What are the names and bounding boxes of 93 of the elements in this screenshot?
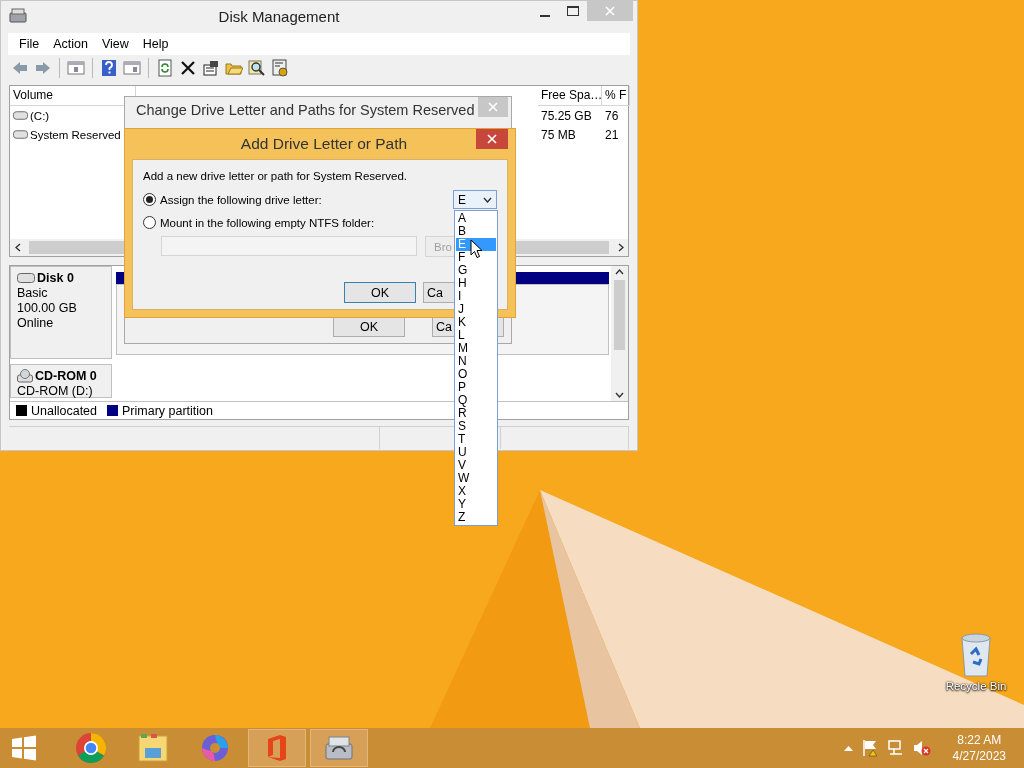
ok-button[interactable]: OK bbox=[333, 316, 405, 337]
drive-letter-option[interactable]: K bbox=[456, 316, 496, 329]
disk-info: CD-ROM (D:) bbox=[17, 384, 94, 398]
chevron-down-icon bbox=[483, 196, 492, 203]
column-header[interactable]: % F bbox=[602, 86, 631, 106]
ok-button[interactable]: OK bbox=[344, 282, 416, 303]
disk-drive-icon bbox=[9, 8, 27, 24]
forward-arrow-icon[interactable] bbox=[34, 59, 52, 77]
drive-letter-option[interactable]: Y bbox=[456, 498, 496, 511]
drive-letter-option[interactable]: O bbox=[456, 368, 496, 381]
window-title: Disk Management bbox=[217, 7, 341, 25]
drive-letter-option[interactable]: U bbox=[456, 446, 496, 459]
legend-label: Primary partition bbox=[122, 403, 213, 418]
free-space-cell: 75 MB bbox=[541, 127, 576, 142]
drive-letter-option[interactable]: H bbox=[456, 277, 496, 290]
drive-letter-option[interactable]: B bbox=[456, 225, 496, 238]
swirl-logo-icon bbox=[200, 733, 230, 763]
drive-letter-option[interactable]: S bbox=[456, 420, 496, 433]
drive-letter-option[interactable]: X bbox=[456, 485, 496, 498]
menu-item[interactable]: View bbox=[94, 37, 136, 51]
muted-speaker-icon[interactable] bbox=[912, 739, 931, 757]
drive-letter-option[interactable]: M bbox=[456, 342, 496, 355]
drive-letter-option[interactable]: F bbox=[456, 251, 496, 264]
drive-letter-option[interactable]: V bbox=[456, 459, 496, 472]
drive-icon bbox=[13, 130, 28, 139]
disk-label-panel[interactable]: CD-ROM 0 CD-ROM (D:) bbox=[10, 364, 112, 398]
magnifier-icon[interactable] bbox=[248, 59, 266, 77]
drive-letter-option[interactable]: Q bbox=[456, 394, 496, 407]
close-icon bbox=[488, 102, 498, 112]
menu-item[interactable]: Action bbox=[46, 37, 95, 51]
recycle-bin-icon[interactable] bbox=[959, 632, 993, 678]
drive-letter-option[interactable]: L bbox=[456, 329, 496, 342]
disk-name: Disk 0 bbox=[37, 271, 74, 285]
minimize-icon bbox=[540, 15, 550, 17]
disk-label-panel[interactable]: Disk 0 Basic 100.00 GB Online bbox=[10, 266, 112, 359]
dialog-title: Add Drive Letter or Path bbox=[239, 134, 409, 153]
panel-icon[interactable] bbox=[123, 59, 141, 77]
flag-icon[interactable] bbox=[860, 739, 879, 757]
volume-name: (C:) bbox=[30, 109, 50, 122]
network-icon[interactable] bbox=[886, 739, 905, 757]
folder-icon bbox=[137, 733, 169, 763]
drive-icon bbox=[17, 273, 35, 283]
close-button[interactable] bbox=[476, 129, 508, 149]
column-header[interactable]: Free Spa… bbox=[538, 86, 602, 106]
disk-name: CD-ROM 0 bbox=[35, 369, 97, 383]
volume-name: System Reserved bbox=[30, 128, 121, 141]
close-icon bbox=[605, 6, 615, 16]
drive-letter-option[interactable]: I bbox=[456, 290, 496, 303]
drive-letter-option[interactable]: W bbox=[456, 472, 496, 485]
drive-letter-select[interactable]: E bbox=[453, 190, 497, 209]
vertical-scrollbar[interactable] bbox=[611, 266, 628, 401]
help-icon[interactable] bbox=[100, 59, 118, 77]
folder-path-field[interactable] bbox=[161, 236, 417, 256]
dialog-description: Add a new drive letter or path for System Reserved. bbox=[143, 170, 408, 182]
drive-icon bbox=[13, 111, 28, 120]
menu-item[interactable]: Help bbox=[135, 37, 176, 51]
disk-drive-icon bbox=[323, 734, 355, 762]
dialog-title: Change Drive Letter and Paths for System Reserved bbox=[135, 101, 476, 118]
percent-free-cell: 76 bbox=[605, 108, 619, 123]
maximize-icon bbox=[567, 6, 579, 16]
caret-up-icon[interactable] bbox=[843, 745, 853, 751]
taskbar-app-button[interactable] bbox=[248, 729, 306, 767]
clock-date: 4/27/2023 bbox=[952, 748, 1006, 764]
disk-info: Online bbox=[17, 316, 55, 330]
radio-option[interactable]: Assign the following drive letter: bbox=[143, 193, 322, 206]
free-space-cell: 75.25 GB bbox=[541, 108, 592, 123]
close-icon bbox=[487, 134, 497, 144]
disk-info: 100.00 GB bbox=[17, 301, 78, 315]
percent-free-cell: 21 bbox=[605, 127, 619, 142]
drive-letter-option[interactable]: G bbox=[456, 264, 496, 277]
chevron-left-icon[interactable] bbox=[14, 243, 21, 252]
back-arrow-icon[interactable] bbox=[11, 59, 29, 77]
drive-letter-option[interactable]: N bbox=[456, 355, 496, 368]
menu-item[interactable]: File bbox=[12, 37, 47, 51]
office-logo-icon bbox=[266, 734, 288, 762]
cd-drive-icon bbox=[17, 369, 33, 383]
drive-letter-option[interactable]: J bbox=[456, 303, 496, 316]
drive-letter-option[interactable]: R bbox=[456, 407, 496, 420]
refresh-icon[interactable] bbox=[156, 59, 174, 77]
panel-icon[interactable] bbox=[67, 59, 85, 77]
drive-letter-option[interactable]: T bbox=[456, 433, 496, 446]
drive-letter-option[interactable]: A bbox=[456, 212, 496, 225]
chrome-icon bbox=[75, 732, 107, 764]
legend-label: Unallocated bbox=[31, 403, 97, 418]
drive-letter-option[interactable]: P bbox=[456, 381, 496, 394]
chevron-right-icon[interactable] bbox=[617, 243, 624, 252]
radio-option[interactable]: Mount in the following empty NTFS folder: bbox=[143, 216, 375, 229]
disk-info: Basic bbox=[17, 286, 49, 300]
clock-time: 8:22 AM bbox=[957, 732, 1002, 748]
drive-letter-option[interactable]: Z bbox=[456, 511, 496, 524]
taskbar-app-button[interactable] bbox=[310, 729, 368, 767]
document-icon[interactable] bbox=[202, 59, 220, 77]
cross-icon[interactable] bbox=[179, 59, 197, 77]
